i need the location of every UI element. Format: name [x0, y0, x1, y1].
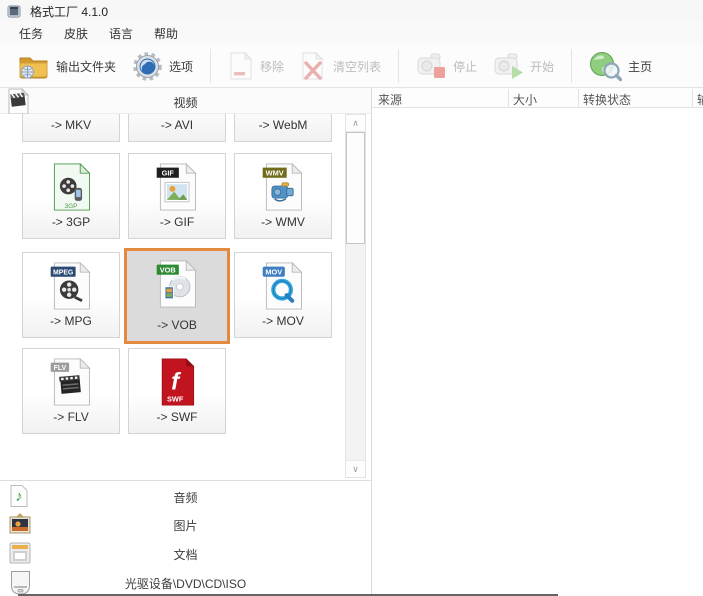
menu-item-language[interactable]: 语言	[102, 22, 140, 45]
scrollbar-thumb[interactable]	[346, 132, 365, 244]
format-label: -> 3GP	[23, 215, 119, 229]
stop-button[interactable]: 停止	[408, 47, 485, 85]
format-cell-mkv[interactable]: -> MKV	[22, 114, 120, 142]
sidebar-section-disc-drive[interactable]: 光驱设备\DVD\CD\ISO	[0, 567, 371, 596]
wmv-format-icon: WMV	[259, 161, 307, 213]
toolbar-button-label: 选项	[169, 58, 193, 75]
format-cell-3gp[interactable]: 3GP -> 3GP	[22, 153, 120, 239]
svg-text:WMV: WMV	[266, 168, 284, 177]
column-header-size[interactable]: 大小	[513, 91, 537, 108]
format-label: -> WMV	[235, 215, 331, 229]
menu-item-skin[interactable]: 皮肤	[57, 22, 95, 45]
column-header-status[interactable]: 转换状态	[583, 91, 631, 108]
format-cell-flv[interactable]: FLV -> FLV	[22, 348, 120, 434]
column-header-source[interactable]: 来源	[378, 91, 402, 108]
flv-format-icon: FLV	[47, 356, 95, 408]
gif-format-icon: GIF	[153, 161, 201, 213]
start-icon	[493, 52, 524, 81]
column-header-output[interactable]: 输出	[697, 91, 703, 108]
task-table-body[interactable]	[372, 109, 703, 596]
video-section-label: 视频	[0, 94, 371, 111]
format-cell-mov[interactable]: MOV -> MOV	[234, 252, 332, 338]
toolbar-button-label: 移除	[260, 58, 284, 75]
svg-text:SWF: SWF	[167, 394, 184, 403]
format-label: -> MPG	[23, 314, 119, 328]
scroll-up-icon[interactable]: ∧	[346, 115, 365, 132]
toolbar-separator	[571, 49, 572, 83]
titlebar: 格式工厂 4.1.0	[0, 0, 703, 22]
svg-text:3GP: 3GP	[65, 203, 78, 210]
format-label: -> MOV	[235, 314, 331, 328]
menu-item-tasks[interactable]: 任务	[12, 22, 50, 45]
column-resize-handle[interactable]	[578, 89, 579, 107]
format-label: -> GIF	[129, 215, 225, 229]
mov-format-icon: MOV	[259, 260, 307, 312]
column-resize-handle[interactable]	[508, 89, 509, 107]
toolbar-button-label: 开始	[530, 58, 554, 75]
format-cell-webm[interactable]: -> WebM	[234, 114, 332, 142]
format-label: -> MKV	[23, 118, 119, 132]
format-sidebar: 视频 -> MKV -> AVI -> WebM	[0, 88, 372, 596]
remove-button[interactable]: 移除	[220, 47, 292, 85]
menubar: 任务 皮肤 语言 帮助	[0, 22, 703, 45]
format-cell-vob[interactable]: VOB -> VOB	[124, 248, 230, 344]
section-label: 光驱设备\DVD\CD\ISO	[0, 575, 371, 592]
vob-format-icon: VOB	[153, 258, 201, 310]
format-cell-gif[interactable]: GIF -> GIF	[128, 153, 226, 239]
sidebar-section-document[interactable]: 文档	[0, 538, 371, 567]
format-cell-wmv[interactable]: WMV -> WMV	[234, 153, 332, 239]
output-folder-icon	[18, 53, 50, 80]
format-label: -> WebM	[235, 118, 331, 132]
mpg-format-icon: MPEG	[47, 260, 95, 312]
homepage-button[interactable]: 主页	[581, 47, 660, 85]
toolbar-separator	[210, 49, 211, 83]
toolbar-button-label: 清空列表	[333, 58, 381, 75]
output-folder-button[interactable]: 输出文件夹	[10, 47, 124, 85]
homepage-globe-icon	[589, 51, 622, 82]
section-label: 音频	[0, 489, 371, 506]
sidebar-section-video[interactable]: 视频	[0, 88, 371, 114]
format-factory-app-icon	[7, 4, 22, 19]
svg-text:GIF: GIF	[162, 168, 175, 177]
svg-text:FLV: FLV	[54, 365, 67, 372]
svg-text:VOB: VOB	[160, 265, 176, 274]
sidebar-section-audio[interactable]: ♪ 音频	[0, 480, 371, 509]
options-button[interactable]: 选项	[124, 47, 201, 85]
swf-format-icon: f SWF	[153, 356, 201, 408]
format-label: -> FLV	[23, 410, 119, 424]
task-list-panel: 来源 大小 转换状态 输出	[372, 88, 703, 596]
menu-item-help[interactable]: 帮助	[147, 22, 185, 45]
format-grid-scrollbar[interactable]: ∧ ∨	[345, 114, 366, 478]
clear-list-icon	[300, 51, 327, 81]
scroll-down-icon[interactable]: ∨	[346, 460, 365, 477]
format-cell-swf[interactable]: f SWF -> SWF	[128, 348, 226, 434]
stop-icon	[416, 52, 447, 81]
toolbar-separator	[398, 49, 399, 83]
remove-file-icon	[228, 51, 254, 81]
toolbar-button-label: 输出文件夹	[56, 58, 116, 75]
format-cell-avi[interactable]: -> AVI	[128, 114, 226, 142]
start-button[interactable]: 开始	[485, 47, 562, 85]
format-label: -> SWF	[129, 410, 225, 424]
options-gear-icon	[132, 51, 163, 82]
format-factory-window: 格式工厂 4.1.0 任务 皮肤 语言 帮助 输出文件夹 选项	[0, 0, 703, 596]
sidebar-section-picture[interactable]: 图片	[0, 509, 371, 538]
format-label: -> VOB	[127, 318, 227, 332]
toolbar-button-label: 主页	[628, 58, 652, 75]
window-title: 格式工厂 4.1.0	[30, 3, 108, 20]
format-grid: -> MKV -> AVI -> WebM 3GP	[0, 114, 371, 478]
task-table-header: 来源 大小 转换状态 输出	[372, 88, 703, 108]
section-label: 图片	[0, 517, 371, 534]
svg-text:MPEG: MPEG	[53, 269, 73, 276]
toolbar: 输出文件夹 选项 移除	[0, 45, 703, 88]
column-resize-handle[interactable]	[692, 89, 693, 107]
section-label: 文档	[0, 546, 371, 563]
toolbar-button-label: 停止	[453, 58, 477, 75]
svg-text:MOV: MOV	[265, 267, 282, 276]
clear-list-button[interactable]: 清空列表	[292, 47, 389, 85]
format-cell-mpg[interactable]: MPEG -> MPG	[22, 252, 120, 338]
3gp-format-icon: 3GP	[47, 161, 95, 213]
format-label: -> AVI	[129, 118, 225, 132]
